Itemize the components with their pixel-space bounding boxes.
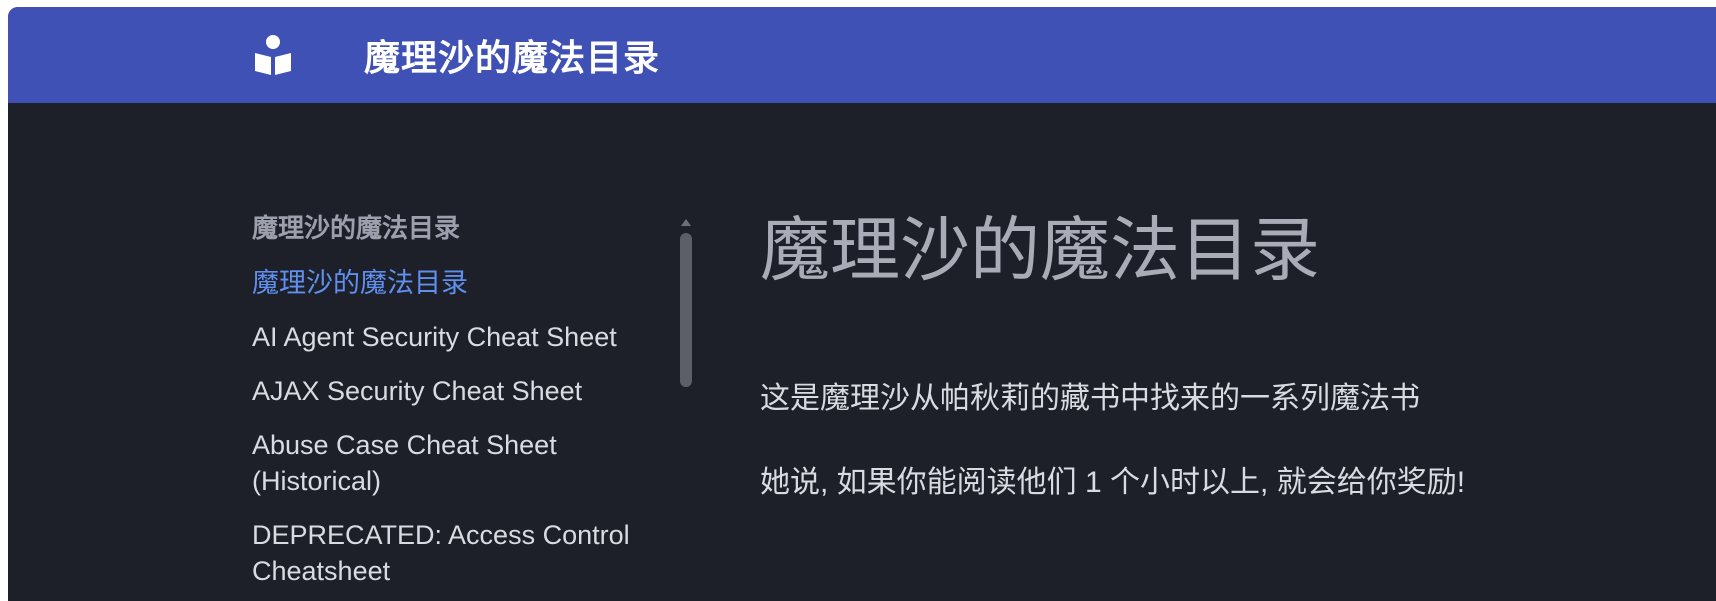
sidebar-heading: 魔理沙的魔法目录 (252, 213, 461, 243)
page-title: 魔理沙的魔法目录 (760, 211, 1320, 289)
site-header: 魔理沙的魔法目录 (8, 7, 1716, 103)
intro-paragraph: 这是魔理沙从帕秋莉的藏书中找来的一系列魔法书 (760, 382, 1420, 415)
book-reader-icon[interactable] (253, 33, 293, 77)
main-content: 魔理沙的魔法目录 这是魔理沙从帕秋莉的藏书中找来的一系列魔法书 她说, 如果你能… (760, 207, 1680, 547)
reward-paragraph: 她说, 如果你能阅读他们 1 个小时以上, 就会给你奖励! (760, 466, 1466, 499)
scroll-up-arrow-icon[interactable] (681, 219, 691, 226)
sidebar-item-ai-agent-security[interactable]: AI Agent Security Cheat Sheet (252, 319, 672, 355)
site-title[interactable]: 魔理沙的魔法目录 (364, 7, 660, 103)
app-window: 魔理沙的魔法目录 魔理沙的魔法目录 魔理沙的魔法目录 AI Agent Secu… (8, 7, 1716, 601)
sidebar-scrollbar[interactable] (680, 219, 692, 399)
sidebar-item-home[interactable]: 魔理沙的魔法目录 (252, 265, 672, 301)
sidebar-item-ajax-security[interactable]: AJAX Security Cheat Sheet (252, 373, 672, 409)
sidebar-item-abuse-case[interactable]: Abuse Case Cheat Sheet (Historical) (252, 427, 672, 499)
sidebar-item-access-control[interactable]: DEPRECATED: Access Control Cheatsheet (252, 517, 672, 589)
scrollbar-thumb[interactable] (680, 233, 692, 387)
sidebar-nav: 魔理沙的魔法目录 魔理沙的魔法目录 AI Agent Security Chea… (252, 211, 672, 601)
